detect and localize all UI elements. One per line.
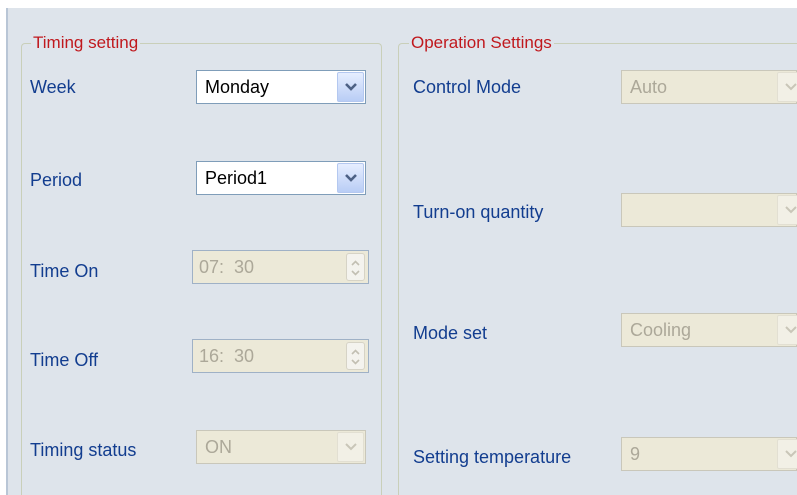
time-on-input[interactable]: 07: 30 xyxy=(192,250,369,284)
spinner-arrows-icon[interactable] xyxy=(346,342,365,370)
left-panel-edge xyxy=(0,8,8,495)
spinner-arrows-icon[interactable] xyxy=(346,253,365,281)
turn-on-quantity-label: Turn-on quantity xyxy=(413,202,544,222)
chevron-down-icon[interactable] xyxy=(777,315,797,345)
setting-temperature-value: 9 xyxy=(630,444,641,464)
chevron-down-icon[interactable] xyxy=(337,432,364,462)
mode-set-value: Cooling xyxy=(630,320,692,340)
top-border xyxy=(0,0,797,8)
control-mode-value: Auto xyxy=(630,77,668,97)
chevron-down-icon[interactable] xyxy=(337,72,364,102)
mode-set-label: Mode set xyxy=(413,323,488,343)
setting-temperature-select[interactable]: 9 xyxy=(621,437,797,471)
period-value: Period1 xyxy=(205,168,268,188)
chevron-down-icon[interactable] xyxy=(777,72,797,102)
chevron-down-icon[interactable] xyxy=(777,195,797,225)
time-off-input[interactable]: 16: 30 xyxy=(192,339,369,373)
time-off-value: 16: 30 xyxy=(199,346,255,366)
mode-set-select[interactable]: Cooling xyxy=(621,313,797,347)
control-mode-select[interactable]: Auto xyxy=(621,70,797,104)
control-mode-label: Control Mode xyxy=(413,77,522,97)
period-label: Period xyxy=(30,170,83,190)
timing-setting-title: Timing setting xyxy=(31,33,141,53)
week-label: Week xyxy=(30,77,76,97)
time-on-label: Time On xyxy=(30,261,99,281)
timing-status-select[interactable]: ON xyxy=(196,430,366,464)
chevron-down-icon[interactable] xyxy=(777,439,797,469)
week-select[interactable]: Monday xyxy=(196,70,366,104)
operation-settings-title: Operation Settings xyxy=(409,33,554,53)
timing-status-label: Timing status xyxy=(30,440,137,460)
week-value: Monday xyxy=(205,77,270,97)
period-select[interactable]: Period1 xyxy=(196,161,366,195)
turn-on-quantity-select[interactable] xyxy=(621,193,797,227)
time-off-label: Time Off xyxy=(30,350,99,370)
setting-temperature-label: Setting temperature xyxy=(413,447,572,467)
chevron-down-icon[interactable] xyxy=(337,163,364,193)
time-on-value: 07: 30 xyxy=(199,257,255,277)
operation-settings-group: Operation Settings xyxy=(398,33,797,495)
timing-status-value: ON xyxy=(205,437,232,457)
